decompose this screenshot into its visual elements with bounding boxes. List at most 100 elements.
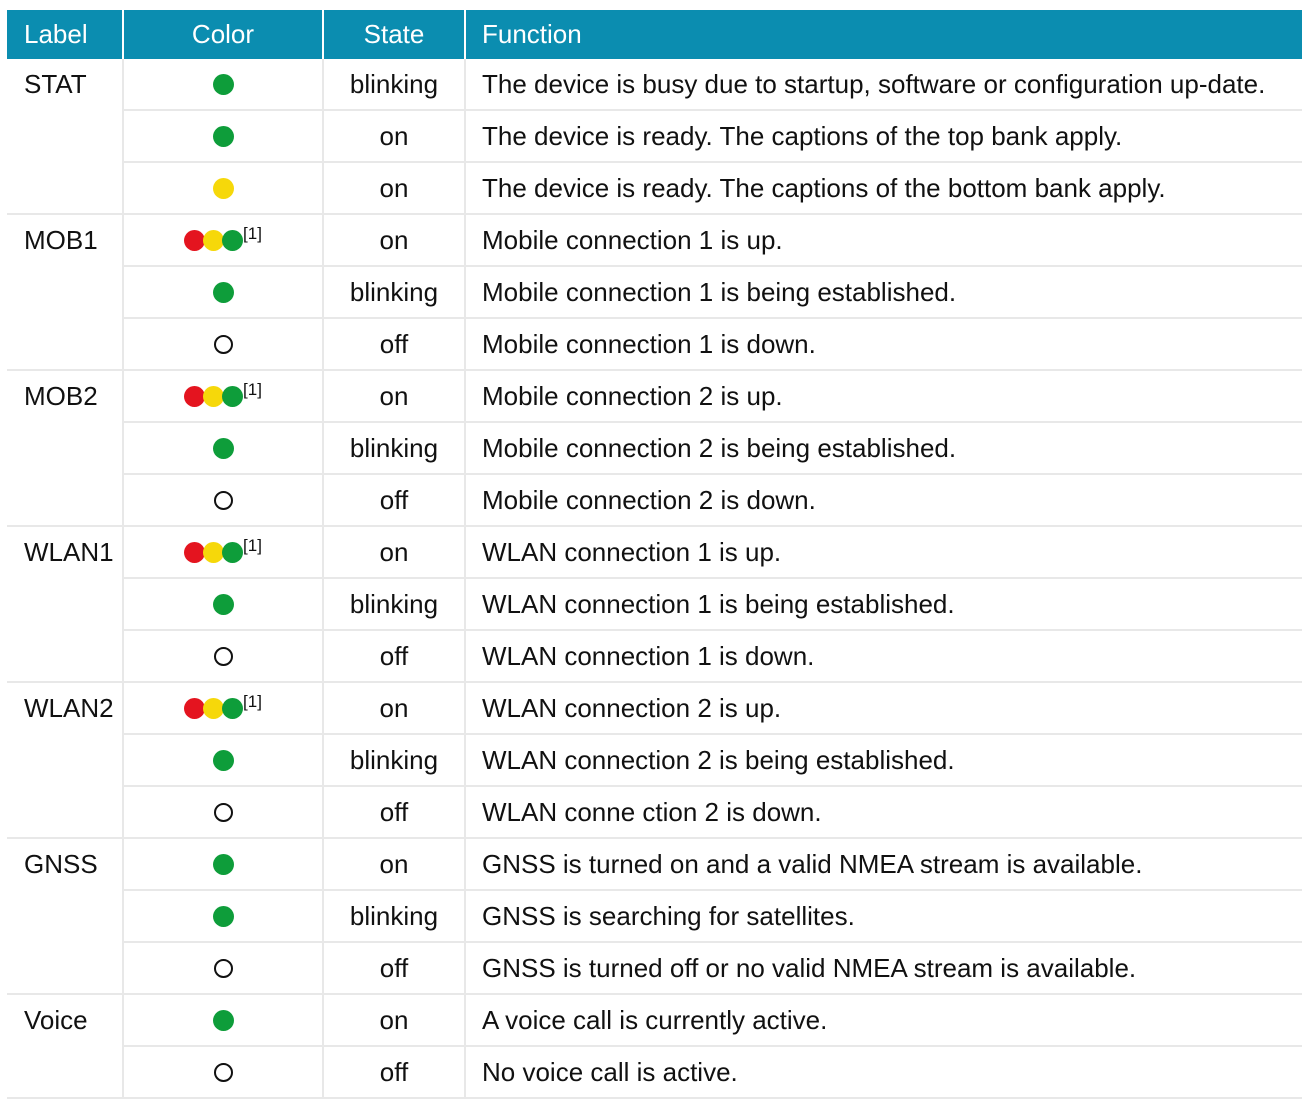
row-function: WLAN connection 1 is being established. xyxy=(482,589,955,619)
signal-strength-leds: [1] xyxy=(184,536,262,567)
row-label-cell xyxy=(7,1046,124,1099)
row-function: Mobile connection 1 is down. xyxy=(482,329,816,359)
row-label-cell: GNSS xyxy=(7,838,124,890)
table-row: on The device is ready. The captions of t… xyxy=(7,162,1302,215)
row-label-cell xyxy=(7,942,124,995)
footnote-marker: [1] xyxy=(243,536,262,555)
row-state-cell: on xyxy=(323,838,466,891)
led-indicator: [1] xyxy=(124,371,322,421)
row-function-cell: The device is ready. The captions of the… xyxy=(465,162,1302,215)
led-indicator: [1] xyxy=(124,683,322,733)
table-header: Label Color State Function xyxy=(7,10,1302,59)
led-indicator: [1] xyxy=(124,527,322,577)
row-function-cell: The device is busy due to startup, softw… xyxy=(465,59,1302,111)
yellow-led-icon xyxy=(212,177,234,199)
table-row: blinking Mobile connection 2 is being est… xyxy=(7,422,1302,475)
row-state-cell: blinking xyxy=(323,266,466,319)
row-label-cell: WLAN2 xyxy=(7,682,124,734)
table-row: off No voice call is active. xyxy=(7,1046,1302,1099)
row-function: The device is ready. The captions of the… xyxy=(482,173,1166,203)
row-label xyxy=(24,1046,122,1066)
row-label-cell xyxy=(7,786,124,839)
off-led-icon xyxy=(213,490,233,510)
row-state-cell: on xyxy=(323,370,466,423)
green-led-icon xyxy=(212,853,234,875)
row-label-cell xyxy=(7,162,124,215)
led-indicator: [1] xyxy=(124,215,322,265)
row-state: on xyxy=(379,381,409,411)
table-row: off GNSS is turned off or no valid NMEA s… xyxy=(7,942,1302,995)
row-label-cell: MOB1 xyxy=(7,214,124,266)
row-function: Mobile connection 2 is up. xyxy=(482,381,783,411)
row-function: No voice call is active. xyxy=(482,1057,738,1087)
row-label-cell xyxy=(7,318,124,371)
table-row: on The device is ready. The captions of t… xyxy=(7,110,1302,163)
led-indicator xyxy=(124,59,322,109)
row-function-cell: Mobile connection 2 is down. xyxy=(465,474,1302,527)
table-row: MOB1 [1] on Mobile connection 1 is up. xyxy=(7,214,1302,267)
row-color-cell: [1] xyxy=(123,682,324,735)
row-state: off xyxy=(379,797,409,827)
green-led-icon xyxy=(222,385,244,407)
row-state-cell: off xyxy=(323,474,466,527)
row-label-cell: Voice xyxy=(7,994,124,1046)
row-label xyxy=(24,422,122,442)
table-row: off WLAN conne ction 2 is down. xyxy=(7,786,1302,839)
row-function: The device is busy due to startup, softw… xyxy=(482,69,1266,99)
row-label: MOB2 xyxy=(24,381,98,411)
row-function-cell: WLAN conne ction 2 is down. xyxy=(465,786,1302,839)
red-led-icon xyxy=(184,697,206,719)
row-label-cell xyxy=(7,630,124,683)
signal-strength-leds: [1] xyxy=(184,380,262,411)
row-function-cell: Mobile connection 2 is up. xyxy=(465,370,1302,423)
row-color-cell xyxy=(123,318,324,371)
row-color-cell xyxy=(123,1046,324,1099)
row-function-cell: Mobile connection 1 is down. xyxy=(465,318,1302,371)
led-table-container: Label Color State Function STAT blinking T… xyxy=(0,0,1302,1099)
table-row: WLAN2 [1] on WLAN connection 2 is up. xyxy=(7,682,1302,735)
row-function: Mobile connection 2 is being established… xyxy=(482,433,957,463)
table-row: Voice on A voice call is currently active. xyxy=(7,994,1302,1047)
led-indicator xyxy=(124,787,322,837)
row-state: off xyxy=(379,329,409,359)
row-label xyxy=(24,942,122,962)
footnote-marker: [1] xyxy=(243,692,262,711)
led-indicator xyxy=(124,735,322,785)
row-function-cell: WLAN connection 1 is down. xyxy=(465,630,1302,683)
row-state-cell: on xyxy=(323,110,466,163)
row-label xyxy=(24,110,122,130)
row-label-cell xyxy=(7,734,124,786)
footnote-marker: [1] xyxy=(243,224,262,243)
row-function: Mobile connection 1 is up. xyxy=(482,225,783,255)
row-state: blinking xyxy=(349,901,439,931)
table-row: off Mobile connection 1 is down. xyxy=(7,318,1302,371)
row-color-cell xyxy=(123,994,324,1047)
green-led-icon xyxy=(222,541,244,563)
row-state: off xyxy=(379,485,409,515)
row-function: A voice call is currently active. xyxy=(482,1005,828,1035)
row-function: WLAN connection 1 is up. xyxy=(482,537,782,567)
row-color-cell xyxy=(123,162,324,215)
row-label-cell xyxy=(7,890,124,942)
row-label-cell xyxy=(7,474,124,527)
table-row: blinking Mobile connection 1 is being est… xyxy=(7,266,1302,319)
green-led-icon xyxy=(212,1009,234,1031)
row-label xyxy=(24,578,122,598)
led-indicator xyxy=(124,319,322,369)
led-indicator xyxy=(124,111,322,161)
row-function: WLAN connection 2 is up. xyxy=(482,693,782,723)
row-state: blinking xyxy=(349,433,439,463)
row-label: Voice xyxy=(24,1005,88,1035)
row-label: WLAN1 xyxy=(24,537,114,567)
signal-strength-leds: [1] xyxy=(184,224,262,255)
row-function-cell: A voice call is currently active. xyxy=(465,994,1302,1047)
row-function-cell: WLAN connection 2 is up. xyxy=(465,682,1302,735)
table-row: blinking GNSS is searching for satellites… xyxy=(7,890,1302,943)
off-led-icon xyxy=(213,958,233,978)
green-led-icon xyxy=(212,125,234,147)
row-label xyxy=(24,630,122,650)
row-state-cell: on xyxy=(323,214,466,267)
row-state: on xyxy=(379,849,409,879)
row-function-cell: GNSS is turned off or no valid NMEA stre… xyxy=(465,942,1302,995)
row-label xyxy=(24,890,122,910)
